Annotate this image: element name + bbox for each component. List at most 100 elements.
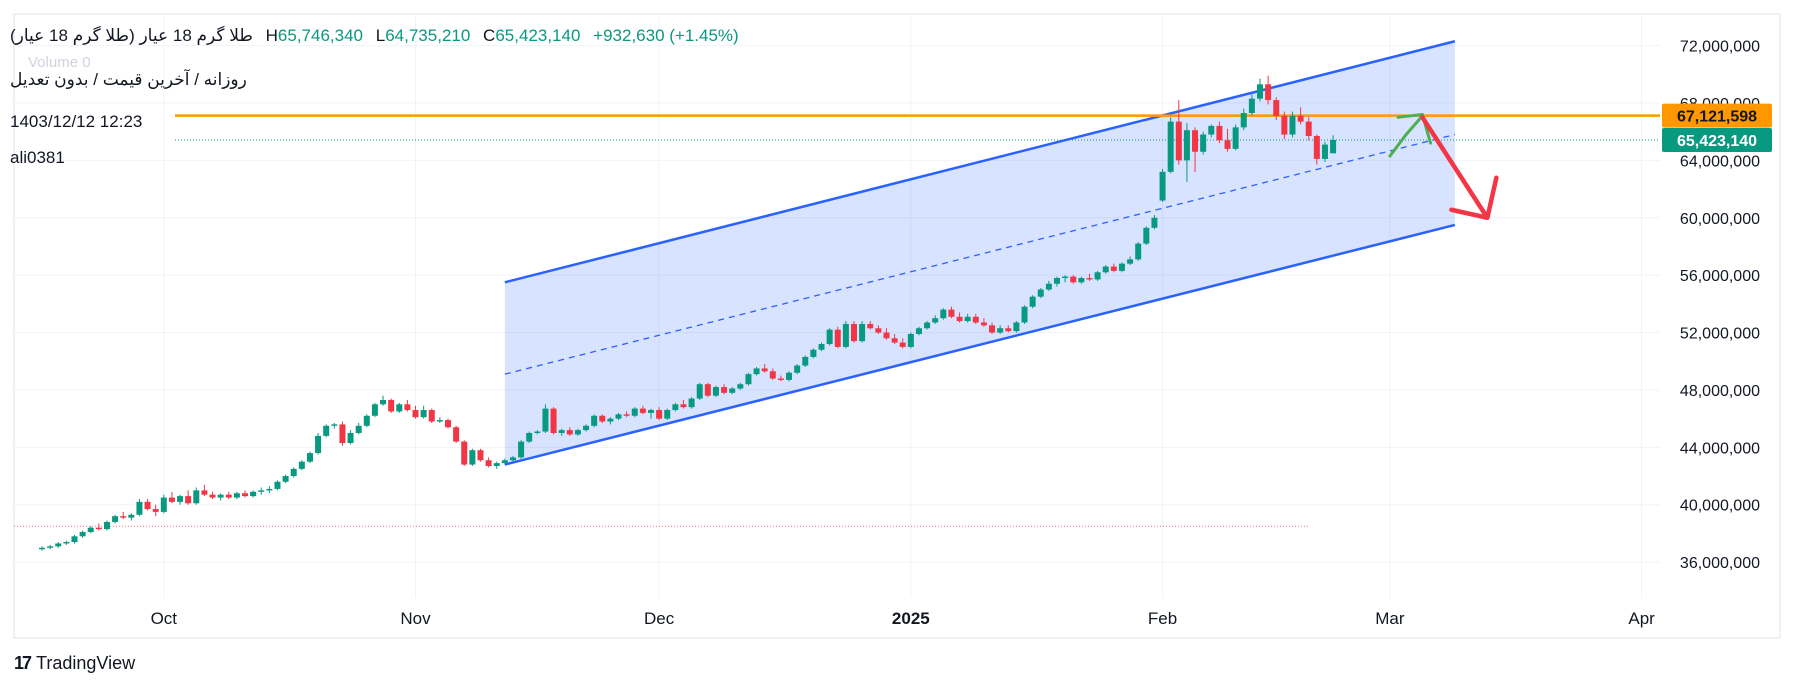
candle	[1167, 117, 1174, 174]
candle-body	[469, 450, 476, 465]
candle-body	[631, 408, 638, 416]
candle-body	[282, 476, 289, 482]
candle	[428, 408, 435, 423]
candle-body	[1240, 113, 1247, 128]
candle-body	[233, 493, 240, 498]
candle-body	[1037, 289, 1044, 297]
candle	[786, 371, 793, 382]
price-label-text: 65,423,140	[1677, 133, 1757, 150]
candle-body	[217, 494, 224, 498]
candle-body	[1013, 322, 1020, 332]
volume-indicator[interactable]: Volume 0	[28, 54, 91, 71]
candle-body	[1094, 272, 1101, 280]
candle	[1021, 305, 1028, 324]
candle-body	[177, 496, 184, 502]
candle-body	[826, 329, 833, 345]
candle-body	[566, 430, 573, 435]
candle-body	[607, 418, 614, 422]
candle-body	[712, 387, 719, 396]
close-value: 65,423,140	[495, 26, 581, 45]
candle-body	[201, 490, 208, 495]
change-value: +932,630 (+1.45%)	[593, 26, 739, 45]
candle-body	[672, 404, 679, 411]
candle-body	[209, 494, 216, 498]
candle-body	[859, 323, 866, 342]
candle-body	[948, 309, 955, 317]
candle	[907, 332, 914, 349]
tradingview-logo-icon: 17	[14, 653, 32, 673]
candle-body	[1045, 283, 1052, 290]
candle-body	[55, 543, 62, 547]
candle	[631, 407, 638, 418]
candle-body	[258, 490, 265, 492]
candle-body	[729, 388, 736, 393]
candle-body	[1248, 98, 1255, 114]
candle	[1135, 242, 1142, 261]
low-label: L	[375, 26, 386, 45]
candle-body	[1257, 84, 1263, 99]
brand[interactable]: 17 TradingView	[14, 653, 135, 674]
volume-value: 0	[82, 54, 91, 71]
x-tick-label: Mar	[1375, 609, 1405, 628]
candle-body	[152, 509, 159, 512]
candle-body	[1054, 278, 1060, 284]
candle-body	[777, 378, 784, 380]
candle-body	[339, 424, 346, 444]
y-tick-label: 64,000,000	[1680, 153, 1760, 170]
candle-body	[242, 493, 248, 497]
x-tick-label: Nov	[400, 609, 431, 628]
candle-body	[371, 404, 378, 416]
candle-body	[404, 404, 411, 411]
candle-body	[721, 387, 728, 393]
candle-body	[363, 415, 370, 426]
candle-body	[331, 424, 338, 426]
candle-body	[794, 365, 801, 373]
candle	[453, 425, 460, 444]
candle	[842, 321, 849, 349]
candle	[1143, 226, 1150, 246]
candle-body	[704, 384, 711, 396]
candle	[802, 355, 809, 367]
candle	[745, 372, 752, 386]
candle	[1118, 262, 1125, 273]
candle-body	[834, 329, 841, 347]
candle-body	[940, 309, 947, 319]
candle-body	[1224, 140, 1231, 149]
candle-body	[956, 316, 963, 322]
candle-body	[1151, 217, 1158, 228]
candle-body	[290, 468, 297, 477]
candle-body	[380, 399, 387, 405]
candle-body	[79, 531, 86, 537]
candle-body	[95, 527, 102, 530]
candle-body	[120, 516, 127, 518]
candle	[704, 382, 711, 398]
x-tick-label: Feb	[1148, 609, 1177, 628]
chart[interactable]: 36,000,000 40,000,000 44,000,000 48,000,000…	[0, 0, 1794, 691]
candle-body	[867, 323, 874, 329]
candle	[696, 382, 703, 400]
candle-body	[656, 410, 663, 419]
candle-body	[1021, 306, 1028, 323]
candle-body	[103, 521, 110, 530]
candle	[1200, 131, 1207, 155]
candle-body	[980, 322, 987, 326]
candle-body	[964, 316, 971, 322]
candle-body	[1102, 266, 1109, 273]
candle-body	[87, 527, 94, 532]
symbol-name[interactable]: طلا گرم 18 عیار (طلا گرم 18 عیار)	[10, 26, 253, 46]
candle-body	[1305, 121, 1312, 136]
high-value: 65,746,340	[277, 26, 364, 45]
candle-body	[1192, 130, 1199, 152]
y-tick-label: 36,000,000	[1680, 555, 1760, 572]
candle-body	[769, 371, 776, 379]
candle	[1037, 288, 1044, 299]
candle-body	[420, 410, 427, 418]
candle-body	[842, 323, 849, 347]
candle	[794, 364, 801, 375]
candle	[1094, 270, 1101, 281]
y-tick-label: 60,000,000	[1680, 211, 1760, 228]
chart-svg[interactable]: 36,000,000 40,000,000 44,000,000 48,000,000…	[0, 0, 1794, 691]
candle-body	[136, 501, 143, 515]
candle-body	[509, 457, 516, 461]
candle	[1321, 141, 1328, 162]
